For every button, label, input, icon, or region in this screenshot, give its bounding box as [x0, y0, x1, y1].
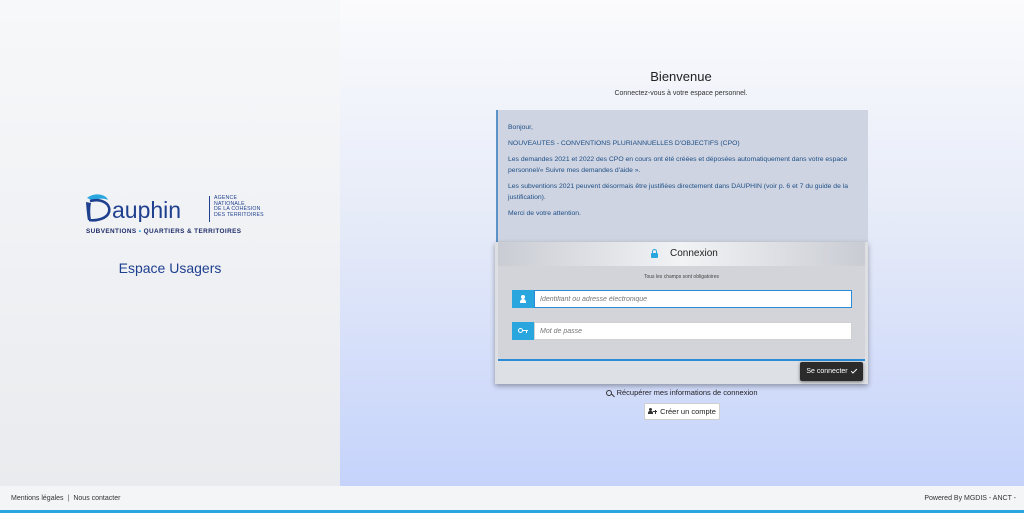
- logo-wordmark: auphin: [112, 197, 181, 222]
- create-account-label: Créer un compte: [660, 407, 716, 416]
- lock-icon: [651, 249, 658, 258]
- welcome-subtitle: Connectez-vous à votre espace personnel.: [614, 90, 748, 97]
- login-submit-label: Se connecter: [806, 368, 848, 375]
- footer-separator: |: [67, 495, 70, 502]
- powered-by-text: Powered By MGDIS - ANCT -: [924, 495, 1016, 502]
- create-account-button[interactable]: Créer un compte: [644, 403, 720, 420]
- password-input[interactable]: [534, 322, 852, 340]
- add-user-icon: [648, 408, 658, 415]
- left-branding-panel: auphin AGENCE NATIONALE DE LA COHÉSION D…: [0, 0, 340, 486]
- check-icon: [850, 367, 857, 374]
- login-card: Connexion Tous les champs sont obligatoi…: [495, 242, 868, 384]
- tagline-dot: •: [138, 228, 142, 235]
- dauphin-dolphin-logo-icon: auphin: [86, 194, 181, 222]
- logo-tagline: SUBVENTIONS • QUARTIERS & TERRITOIRES: [86, 228, 241, 235]
- agency-line: DES TERRITOIRES: [214, 211, 264, 218]
- username-input[interactable]: [534, 290, 852, 308]
- info-message-box: Bonjour, NOUVEAUTES - CONVENTIONS PLURIA…: [496, 110, 868, 244]
- logo-divider: [209, 196, 210, 222]
- login-title: Connexion: [670, 248, 718, 259]
- user-icon: [520, 295, 526, 303]
- login-header: Connexion: [498, 242, 865, 266]
- required-fields-note: Tous les champs sont obligatoires: [643, 274, 720, 280]
- recover-credentials-label: Récupérer mes informations de connexion: [616, 388, 758, 397]
- contact-link[interactable]: Nous contacter: [73, 495, 120, 502]
- recover-credentials-link[interactable]: Récupérer mes informations de connexion: [560, 388, 804, 397]
- username-field: [512, 290, 852, 308]
- legal-notice-link[interactable]: Mentions légales: [11, 495, 64, 502]
- agency-label: AGENCE NATIONALE DE LA COHÉSION DES TERR…: [214, 195, 264, 218]
- space-title: Espace Usagers: [118, 260, 222, 276]
- footer-links: Mentions légales | Nous contacter: [11, 495, 120, 502]
- info-paragraph: Les demandes 2021 et 2022 des CPO en cou…: [508, 156, 848, 174]
- info-paragraph: Les subventions 2021 peuvent désormais ê…: [508, 183, 849, 201]
- password-field: [512, 322, 852, 340]
- info-paragraph: Merci de votre attention.: [508, 210, 581, 217]
- login-form: Connexion Tous les champs sont obligatoi…: [498, 242, 865, 359]
- key-icon: [606, 390, 613, 397]
- login-submit-button[interactable]: Se connecter: [800, 362, 863, 381]
- tagline-quartiers: QUARTIERS & TERRITOIRES: [143, 228, 242, 235]
- tagline-subventions: SUBVENTIONS: [86, 228, 137, 235]
- page-footer: Mentions légales | Nous contacter Powered …: [0, 486, 1024, 510]
- info-paragraph: Bonjour,: [508, 124, 533, 131]
- info-paragraph: NOUVEAUTES - CONVENTIONS PLURIANNUELLES …: [508, 140, 740, 147]
- welcome-title: Bienvenue: [650, 69, 712, 84]
- user-icon-addon: [512, 290, 534, 308]
- key-icon-addon: [512, 322, 534, 340]
- key-icon: [518, 328, 529, 334]
- dauphin-logo: auphin AGENCE NATIONALE DE LA COHÉSION D…: [84, 190, 264, 240]
